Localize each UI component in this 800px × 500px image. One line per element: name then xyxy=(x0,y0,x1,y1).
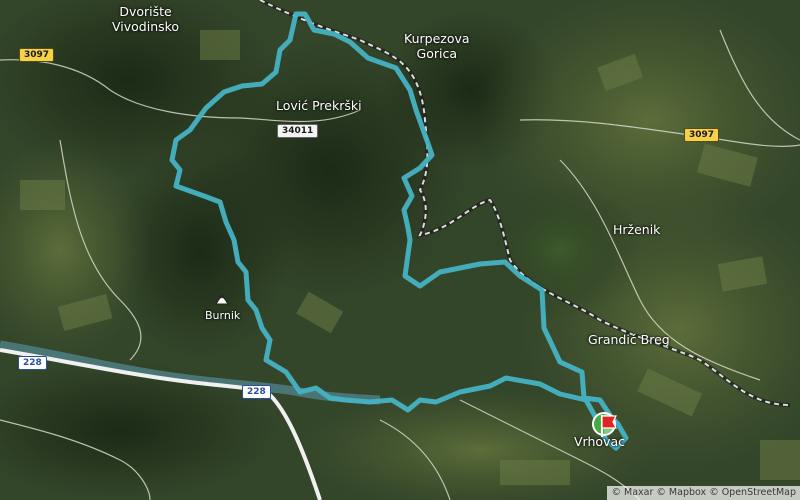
map-view[interactable]: Dvorište Vivodinsko Kurpezova Gorica Lov… xyxy=(0,0,800,500)
map-attribution: © Maxar © Mapbox © OpenStreetMap xyxy=(607,486,800,500)
place-label-lovic-prekrski: Lović Prekrški xyxy=(276,98,362,113)
place-label-dvoriste-vivodinsko: Dvorište Vivodinsko xyxy=(112,4,180,34)
place-label-grandic-breg: Grandić Breg xyxy=(588,332,670,347)
finish-flag-icon[interactable] xyxy=(599,413,619,439)
attribution-maxar-link[interactable]: © Maxar xyxy=(611,487,653,498)
road-shield-3097-right: 3097 xyxy=(684,128,720,142)
attribution-mapbox-link[interactable]: © Mapbox xyxy=(656,487,706,498)
place-label-hrzenik: Hrženik xyxy=(613,222,661,237)
place-label-kurpezova-gorica: Kurpezova Gorica xyxy=(404,31,470,61)
road-shield-228-left: 228 xyxy=(18,356,47,370)
road-shield-3097-left: 3097 xyxy=(19,48,55,62)
road-shield-228-mid: 228 xyxy=(242,385,271,399)
mountain-peak-icon xyxy=(215,294,229,305)
road-shield-34011: 34011 xyxy=(277,124,319,138)
attribution-osm-link[interactable]: © OpenStreetMap xyxy=(709,487,796,498)
track-line[interactable] xyxy=(169,11,629,451)
place-label-burnik: Burnik xyxy=(205,309,241,322)
gps-track[interactable] xyxy=(0,0,800,500)
